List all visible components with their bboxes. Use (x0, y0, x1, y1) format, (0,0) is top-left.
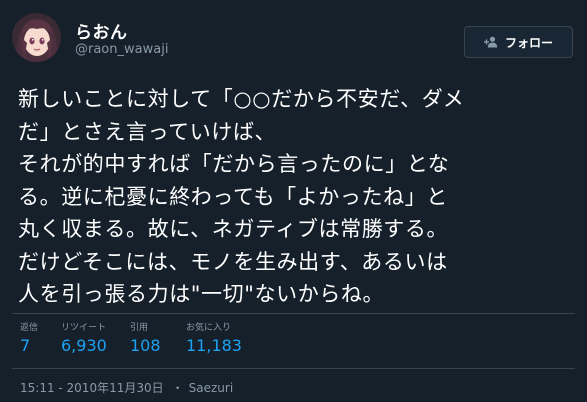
stat-quotes[interactable]: 引用 108 (130, 322, 161, 356)
author-display-name[interactable]: らおん (75, 18, 128, 43)
stat-replies-label: 返信 (20, 323, 39, 333)
stat-favorites-label: お気に入り (186, 323, 232, 333)
stat-retweets-label: リツイート (61, 323, 107, 333)
tweet-footer: 15:11 - 2010年11月30日・ Saezuri (20, 379, 233, 396)
divider (12, 368, 575, 369)
avatar-anime-girl-icon (12, 13, 61, 62)
footer-separator: ・ (171, 381, 184, 395)
tweet-text: 新しいことに対して「○○だから不安だ、ダメ だ」とさえ言っていけば、 それが的中… (18, 87, 465, 306)
add-user-icon (483, 36, 498, 48)
stat-replies-count: 7 (20, 336, 31, 355)
tweet-source: Saezuri (188, 381, 234, 395)
author-handle[interactable]: @raon_wawaji (75, 42, 168, 57)
follow-button-label: フォロー (504, 35, 553, 50)
stat-quotes-label: 引用 (130, 323, 149, 333)
stat-quotes-count: 108 (130, 336, 161, 355)
stat-retweets[interactable]: リツイート 6,930 (61, 322, 107, 356)
stat-favorites-count: 11,183 (186, 336, 242, 355)
stat-replies[interactable]: 返信 7 (20, 322, 38, 356)
stat-retweets-count: 6,930 (61, 336, 107, 355)
avatar[interactable] (12, 13, 61, 62)
follow-button[interactable]: フォロー (464, 26, 573, 58)
stat-favorites[interactable]: お気に入り 11,183 (186, 322, 242, 356)
tweet-timestamp[interactable]: 15:11 - 2010年11月30日 (20, 381, 164, 395)
divider (12, 313, 575, 314)
